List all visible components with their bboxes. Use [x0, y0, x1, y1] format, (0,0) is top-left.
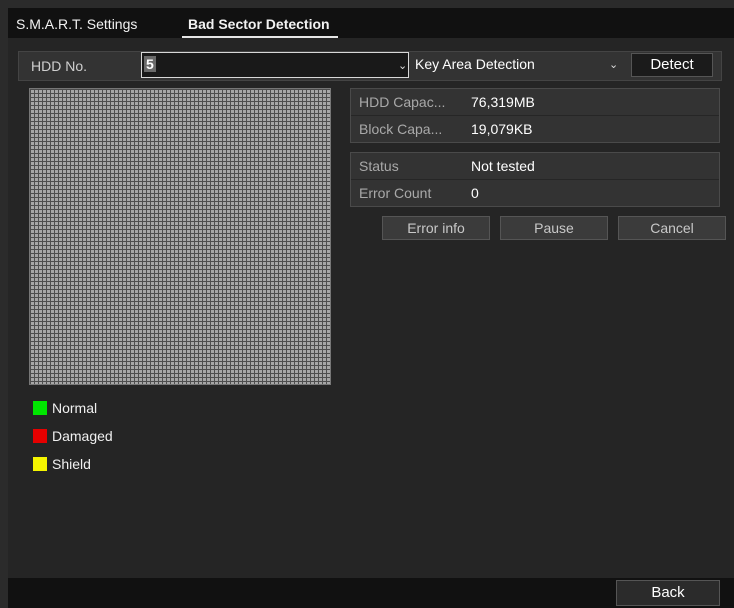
hdd-capacity-value: 76,319MB: [471, 94, 535, 110]
status-info-table: Status Not tested Error Count 0: [350, 152, 720, 207]
hdd-capacity-row: HDD Capac... 76,319MB: [351, 89, 719, 116]
tab-smart-settings[interactable]: S.M.A.R.T. Settings: [16, 16, 137, 32]
error-count-value: 0: [471, 185, 479, 201]
hdd-no-label: HDD No.: [31, 58, 88, 74]
status-row: Status Not tested: [351, 153, 719, 180]
block-capacity-row: Block Capa... 19,079KB: [351, 116, 719, 142]
chevron-down-icon[interactable]: ⌄: [398, 59, 407, 72]
legend-normal-label: Normal: [52, 400, 98, 416]
back-button[interactable]: Back: [616, 580, 720, 606]
legend-damaged-label: Damaged: [52, 428, 113, 444]
tab-bad-sector-detection[interactable]: Bad Sector Detection: [182, 16, 338, 38]
sector-map-grid: [29, 88, 331, 385]
detection-mode-value: Key Area Detection: [415, 56, 535, 72]
hdd-selection-row: HDD No. 5 ⌄ Key Area Detection ⌄ Detect: [18, 51, 722, 81]
legend-shield-label: Shield: [52, 456, 91, 472]
detect-button[interactable]: Detect: [631, 53, 713, 77]
status-value: Not tested: [471, 158, 535, 174]
detection-mode-select[interactable]: Key Area Detection ⌄: [411, 52, 625, 78]
error-count-label: Error Count: [359, 185, 432, 201]
tab-bar: S.M.A.R.T. Settings Bad Sector Detection: [8, 8, 734, 38]
normal-swatch: [33, 401, 47, 415]
bad-sector-detection-panel: S.M.A.R.T. Settings Bad Sector Detection…: [8, 8, 734, 608]
pause-button[interactable]: Pause: [500, 216, 608, 240]
hdd-capacity-label: HDD Capac...: [359, 94, 446, 110]
error-count-row: Error Count 0: [351, 180, 719, 206]
block-capacity-value: 19,079KB: [471, 121, 533, 137]
status-label: Status: [359, 158, 399, 174]
footer-bar: Back: [8, 578, 734, 608]
capacity-info-table: HDD Capac... 76,319MB Block Capa... 19,0…: [350, 88, 720, 143]
block-capacity-label: Block Capa...: [359, 121, 443, 137]
chevron-down-icon[interactable]: ⌄: [609, 58, 618, 71]
shield-swatch: [33, 457, 47, 471]
damaged-swatch: [33, 429, 47, 443]
hdd-number-select[interactable]: 5 ⌄: [141, 52, 409, 78]
error-info-button[interactable]: Error info: [382, 216, 490, 240]
hdd-number-value: 5: [144, 56, 156, 72]
cancel-button[interactable]: Cancel: [618, 216, 726, 240]
